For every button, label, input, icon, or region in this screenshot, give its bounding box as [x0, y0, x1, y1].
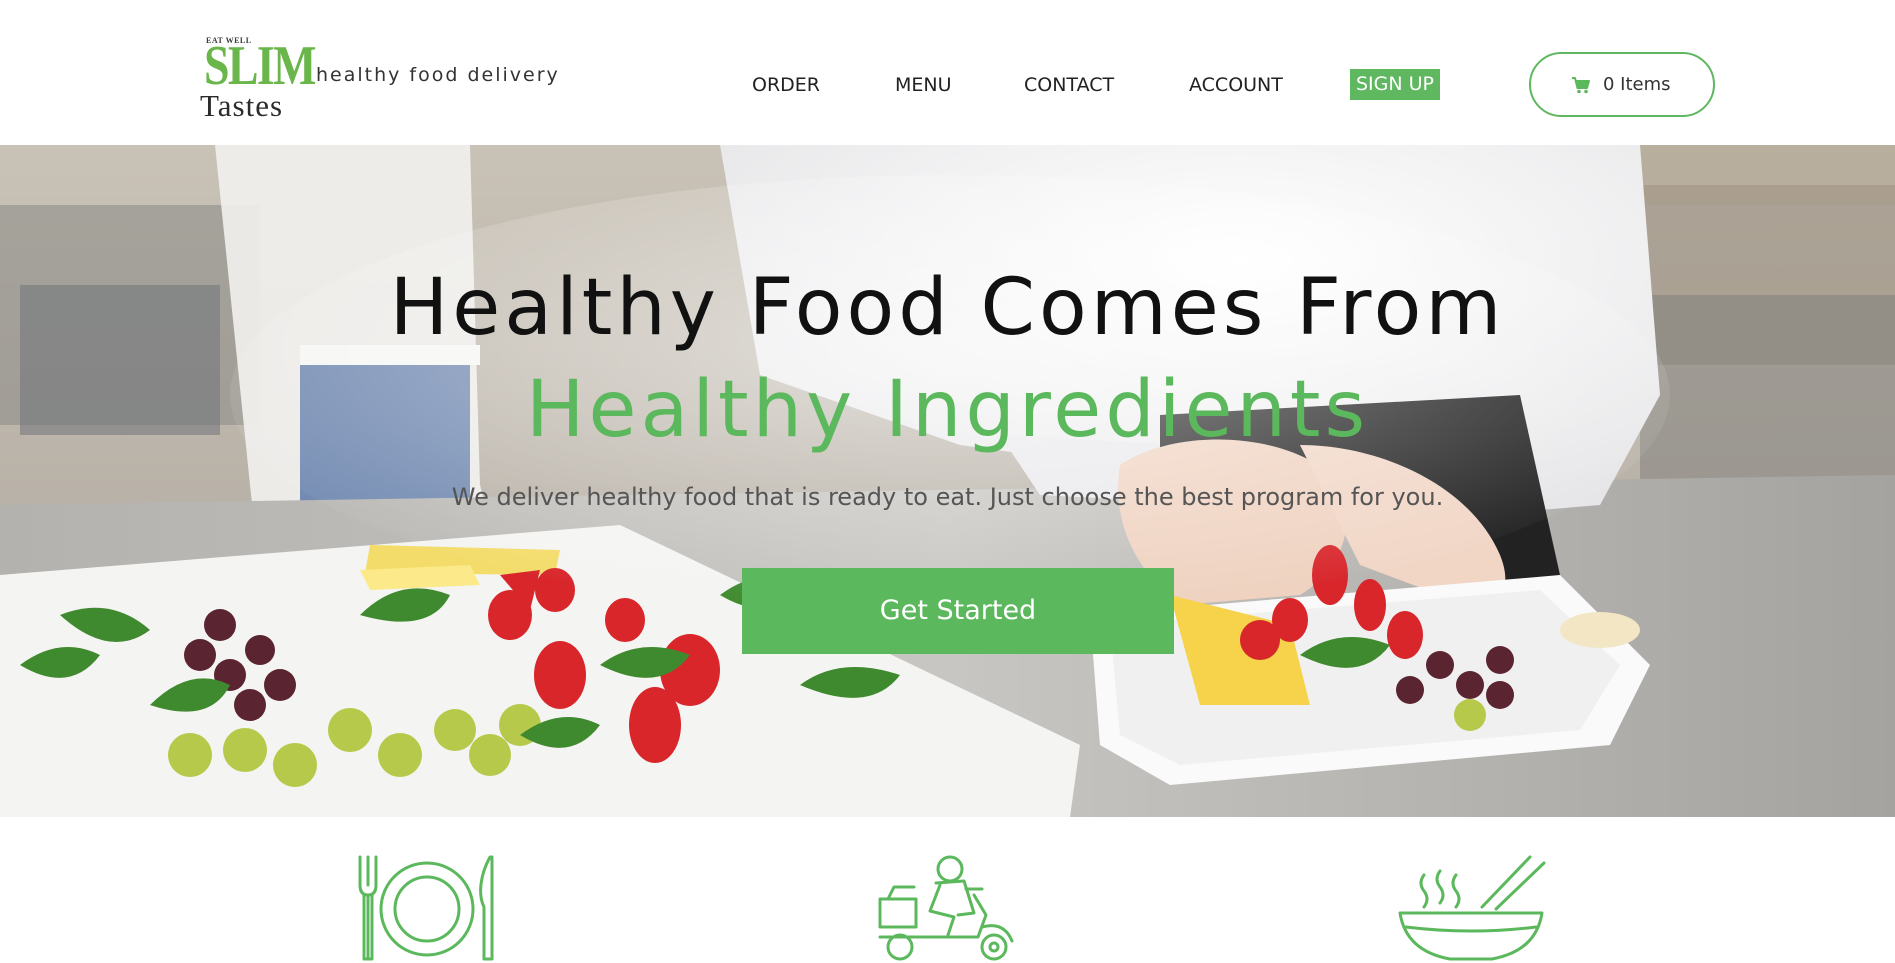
nav-link-menu[interactable]: MENU — [895, 70, 952, 100]
site-logo[interactable]: EAT WELL SLIM Tastes — [200, 32, 316, 123]
nav-link-sign-up[interactable]: SIGN UP — [1350, 69, 1441, 100]
logo-slim-text: SLIM — [204, 35, 316, 97]
hero-section: Healthy Food Comes From Healthy Ingredie… — [0, 145, 1895, 817]
logo-tastes-text: Tastes — [200, 88, 284, 123]
get-started-button[interactable]: Get Started — [742, 568, 1174, 654]
features-strip — [0, 817, 1895, 963]
delivery-scooter-icon — [878, 855, 1014, 961]
hero-title-line-2: Healthy Ingredients — [525, 365, 1370, 455]
cart-icon — [1572, 77, 1590, 94]
cart-item-count: 0 Items — [1603, 74, 1671, 95]
site-header: EAT WELL SLIM Tastes healthy food delive… — [0, 0, 1895, 145]
cart-button[interactable]: 0 Items — [1529, 52, 1715, 117]
hero-subtitle: We deliver healthy food that is ready to… — [451, 483, 1444, 511]
hero-title-line-1: Healthy Food Comes From — [389, 263, 1506, 353]
nav-link-order[interactable]: ORDER — [752, 70, 820, 100]
nav-link-account[interactable]: ACCOUNT — [1189, 70, 1283, 100]
hero-background-image — [0, 145, 1895, 817]
plate-fork-knife-icon — [358, 855, 494, 961]
site-tagline: healthy food delivery — [316, 64, 560, 86]
nav-link-contact[interactable]: CONTACT — [1024, 70, 1114, 100]
hot-bowl-chopsticks-icon — [1398, 855, 1546, 961]
